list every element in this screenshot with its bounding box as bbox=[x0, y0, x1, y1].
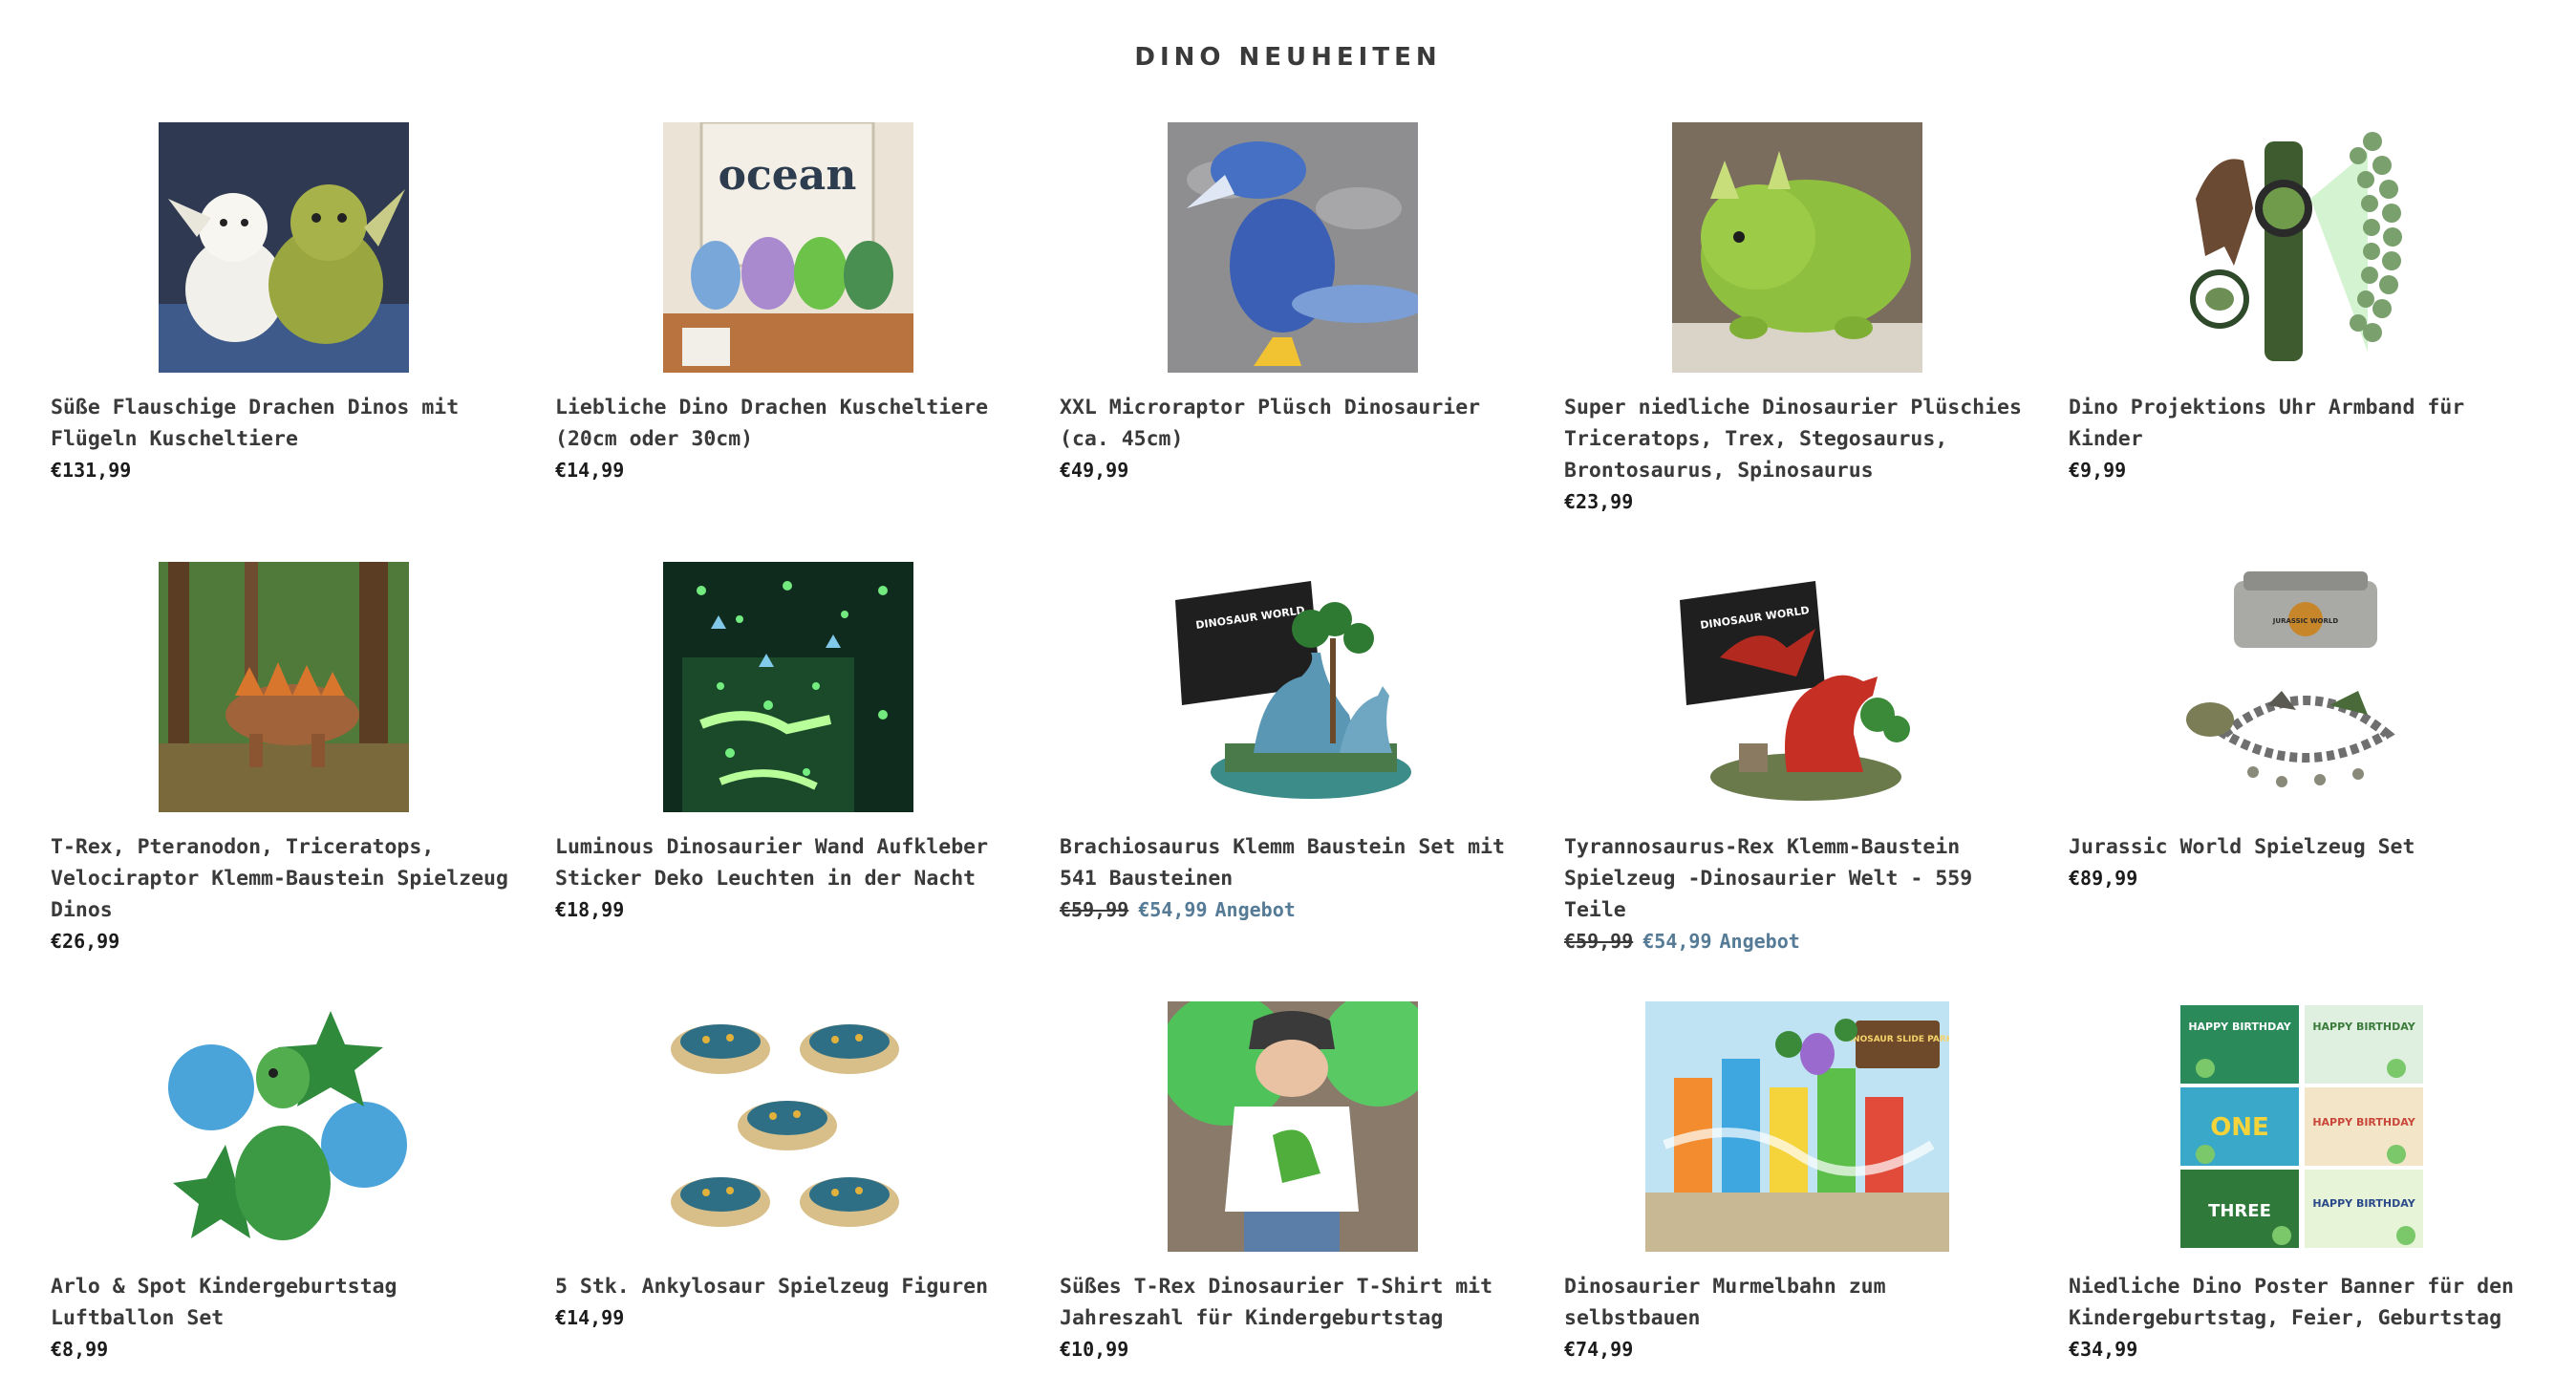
brachiosaurus-set-image[interactable]: DINOSAUR WORLD bbox=[1168, 562, 1418, 812]
plush-dragons-image[interactable] bbox=[159, 122, 409, 373]
glow-stickers-image[interactable] bbox=[663, 562, 913, 812]
product-price: €14,99 bbox=[555, 1306, 625, 1329]
product-price: €23,99 bbox=[1564, 490, 1634, 513]
triceratops-plush-image[interactable] bbox=[1672, 122, 1922, 373]
product-card[interactable]: DINOSAUR WORLD Tyrannosaurus-Rex Klemm-B… bbox=[1564, 562, 2030, 1001]
product-thumbnail[interactable]: DINOSAUR WORLD bbox=[1060, 562, 1526, 812]
product-title[interactable]: Süßes T-Rex Dinosaurier T-Shirt mit Jahr… bbox=[1060, 1271, 1526, 1334]
collection-page: DINO NEUHEITEN Süße Flauschige Drachen D… bbox=[0, 0, 2576, 1397]
slide-park-text: DINOSAUR SLIDE PARK bbox=[1842, 1035, 1949, 1044]
brick-dino-forest-image[interactable] bbox=[159, 562, 409, 812]
product-thumbnail[interactable] bbox=[51, 562, 517, 812]
product-thumbnail[interactable]: DINOSAUR WORLD bbox=[1564, 562, 2030, 812]
product-thumbnail[interactable] bbox=[51, 1001, 517, 1252]
product-price: €49,99 bbox=[1060, 459, 1129, 482]
product-thumbnail[interactable] bbox=[555, 1001, 1021, 1252]
product-thumbnail[interactable] bbox=[1060, 122, 1526, 373]
ocean-sign-text: ocean bbox=[719, 151, 857, 200]
product-title[interactable]: Super niedliche Dinosaurier Plüschies Tr… bbox=[1564, 392, 2030, 486]
balloon-set-image[interactable] bbox=[159, 1001, 409, 1252]
product-card[interactable]: Süße Flauschige Drachen Dinos mit Flügel… bbox=[51, 122, 517, 562]
marble-run-image[interactable]: DINOSAUR SLIDE PARK bbox=[1645, 1001, 1949, 1252]
happy-birthday-text: HAPPY BIRTHDAY bbox=[2312, 1116, 2415, 1128]
product-thumbnail[interactable] bbox=[1060, 1001, 1526, 1252]
product-price: €26,99 bbox=[51, 930, 120, 953]
sale-label: Angebot bbox=[1719, 930, 1800, 953]
product-thumbnail[interactable] bbox=[51, 122, 517, 373]
product-title[interactable]: Liebliche Dino Drachen Kuscheltiere (20c… bbox=[555, 392, 1021, 455]
sale-label: Angebot bbox=[1214, 898, 1296, 921]
product-title[interactable]: Niedliche Dino Poster Banner für den Kin… bbox=[2069, 1271, 2535, 1334]
product-title[interactable]: Brachiosaurus Klemm Baustein Set mit 541… bbox=[1060, 831, 1526, 894]
product-title[interactable]: Luminous Dinosaurier Wand Aufkleber Stic… bbox=[555, 831, 1021, 894]
product-thumbnail[interactable]: JURASSIC WORLD bbox=[2069, 562, 2535, 812]
product-price: €74,99 bbox=[1564, 1338, 1634, 1361]
birthday-banner-image[interactable]: HAPPY BIRTHDAY HAPPY BIRTHDAY ONE HAPPY … bbox=[2177, 1001, 2427, 1252]
product-price: €59,99 €54,99 Angebot bbox=[1564, 926, 2030, 957]
product-card[interactable]: Dino Projektions Uhr Armband für Kinder … bbox=[2069, 122, 2535, 562]
product-price: €34,99 bbox=[2069, 1338, 2138, 1361]
original-price: €59,99 bbox=[1564, 930, 1634, 953]
product-card[interactable]: Arlo & Spot Kindergeburtstag Luftballon … bbox=[51, 1001, 517, 1397]
product-card[interactable]: HAPPY BIRTHDAY HAPPY BIRTHDAY ONE HAPPY … bbox=[2069, 1001, 2535, 1397]
product-title[interactable]: 5 Stk. Ankylosaur Spielzeug Figuren bbox=[555, 1271, 1021, 1302]
product-card[interactable]: XXL Microraptor Plüsch Dinosaurier (ca. … bbox=[1060, 122, 1526, 562]
product-card[interactable]: Super niedliche Dinosaurier Plüschies Tr… bbox=[1564, 122, 2030, 562]
product-thumbnail[interactable]: DINOSAUR SLIDE PARK bbox=[1564, 1001, 2030, 1252]
product-card[interactable]: Süßes T-Rex Dinosaurier T-Shirt mit Jahr… bbox=[1060, 1001, 1526, 1397]
jw-logo-text: JURASSIC WORLD bbox=[2272, 617, 2339, 625]
product-thumbnail[interactable]: HAPPY BIRTHDAY HAPPY BIRTHDAY ONE HAPPY … bbox=[2069, 1001, 2535, 1252]
trex-shirt-image[interactable] bbox=[1168, 1001, 1418, 1252]
product-card[interactable]: T-Rex, Pteranodon, Triceratops, Velocira… bbox=[51, 562, 517, 1001]
product-title[interactable]: Dino Projektions Uhr Armband für Kinder bbox=[2069, 392, 2535, 455]
product-price: €131,99 bbox=[51, 459, 132, 482]
product-thumbnail[interactable] bbox=[2069, 122, 2535, 373]
ankylosaur-figures-image[interactable] bbox=[663, 1001, 913, 1252]
product-price: €89,99 bbox=[2069, 867, 2138, 890]
dragon-plush-shelf-image[interactable]: ocean bbox=[663, 122, 913, 373]
product-price: €18,99 bbox=[555, 898, 625, 921]
product-price: €59,99 €54,99 Angebot bbox=[1060, 894, 1526, 926]
product-thumbnail[interactable] bbox=[1564, 122, 2030, 373]
product-card[interactable]: DINOSAUR SLIDE PARK Dinosaurier Murmelba… bbox=[1564, 1001, 2030, 1397]
happy-birthday-text: HAPPY BIRTHDAY bbox=[2312, 1021, 2415, 1033]
product-title[interactable]: Süße Flauschige Drachen Dinos mit Flügel… bbox=[51, 392, 517, 455]
product-price: €8,99 bbox=[51, 1338, 109, 1361]
product-price: €10,99 bbox=[1060, 1338, 1129, 1361]
jurassic-world-set-image[interactable]: JURASSIC WORLD bbox=[2177, 562, 2427, 812]
product-card[interactable]: Luminous Dinosaurier Wand Aufkleber Stic… bbox=[555, 562, 1021, 1001]
sale-price: €54,99 bbox=[1642, 930, 1712, 953]
product-thumbnail[interactable] bbox=[555, 562, 1021, 812]
trex-set-image[interactable]: DINOSAUR WORLD bbox=[1672, 562, 1922, 812]
product-card[interactable]: JURASSIC WORLD Jurassic World Spielzeug … bbox=[2069, 562, 2535, 1001]
one-text: ONE bbox=[2210, 1113, 2269, 1142]
section-title: DINO NEUHEITEN bbox=[1134, 42, 1442, 72]
product-title[interactable]: Arlo & Spot Kindergeburtstag Luftballon … bbox=[51, 1271, 517, 1334]
happy-birthday-text: HAPPY BIRTHDAY bbox=[2312, 1197, 2415, 1210]
projection-watch-image[interactable] bbox=[2177, 122, 2427, 373]
product-grid: Süße Flauschige Drachen Dinos mit Flügel… bbox=[51, 122, 2535, 1397]
sale-price: €54,99 bbox=[1138, 898, 1208, 921]
original-price: €59,99 bbox=[1060, 898, 1129, 921]
product-price: €14,99 bbox=[555, 459, 625, 482]
product-title[interactable]: XXL Microraptor Plüsch Dinosaurier (ca. … bbox=[1060, 392, 1526, 455]
product-title[interactable]: Jurassic World Spielzeug Set bbox=[2069, 831, 2535, 863]
product-card[interactable]: 5 Stk. Ankylosaur Spielzeug Figuren €14,… bbox=[555, 1001, 1021, 1397]
three-text: THREE bbox=[2208, 1201, 2271, 1221]
happy-birthday-text: HAPPY BIRTHDAY bbox=[2188, 1021, 2291, 1033]
product-card[interactable]: ocean Liebliche Dino Drachen Kuscheltier… bbox=[555, 122, 1021, 562]
product-title[interactable]: T-Rex, Pteranodon, Triceratops, Velocira… bbox=[51, 831, 517, 926]
product-thumbnail[interactable]: ocean bbox=[555, 122, 1021, 373]
product-title[interactable]: Tyrannosaurus-Rex Klemm-Baustein Spielze… bbox=[1564, 831, 2030, 926]
product-title[interactable]: Dinosaurier Murmelbahn zum selbstbauen bbox=[1564, 1271, 2030, 1334]
product-card[interactable]: DINOSAUR WORLD Brachiosaurus Klemm Baust… bbox=[1060, 562, 1526, 1001]
product-price: €9,99 bbox=[2069, 459, 2127, 482]
microraptor-plush-image[interactable] bbox=[1168, 122, 1418, 373]
